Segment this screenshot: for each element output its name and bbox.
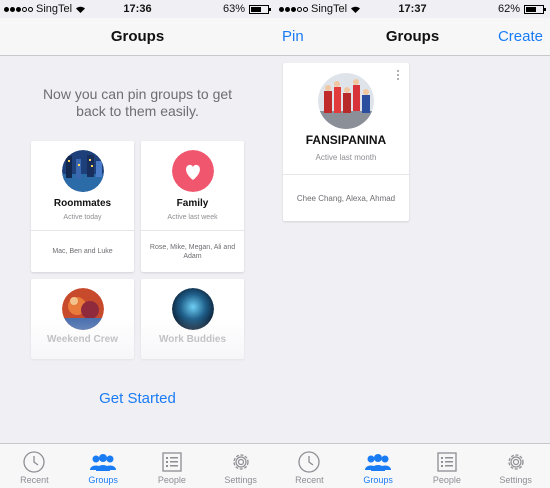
page-title: Groups [110, 28, 165, 45]
battery-percent: 63% [222, 3, 245, 15]
group-activity: Active last month [315, 153, 377, 162]
get-started-button[interactable]: Get Started [0, 390, 275, 407]
group-name: Weekend Crew [47, 334, 118, 345]
work-buddies-avatar [171, 288, 214, 330]
group-name: Roommates [53, 198, 112, 209]
tab-label: Recent [20, 475, 49, 485]
card-divider [283, 174, 409, 175]
group-members: Chee Chang, Alexa, Ahmad [296, 194, 396, 203]
tab-bar: Recent Groups People Settings [0, 443, 275, 488]
group-members: Mac, Ben and Luke [52, 248, 113, 255]
group-name: FANSIPANINA [305, 133, 387, 147]
nav-bar: Pin Groups Create [275, 18, 550, 56]
tab-label: Groups [88, 475, 118, 485]
heart-avatar-icon [171, 150, 214, 192]
status-bar: SingTel 17:36 63% [0, 0, 275, 18]
create-button[interactable]: Create [498, 28, 543, 45]
weekend-crew-avatar [61, 288, 104, 330]
card-divider [141, 230, 244, 231]
clock-icon [298, 451, 321, 473]
groups-icon [90, 454, 117, 471]
groups-icon [365, 454, 392, 471]
people-list-icon [162, 452, 182, 472]
tab-label: Recent [295, 475, 324, 485]
tab-label: Groups [363, 475, 393, 485]
tab-label: People [432, 475, 461, 485]
fansipanina-avatar [318, 73, 374, 129]
people-list-icon [437, 452, 457, 472]
left-screen: SingTel 17:36 63% Groups Now you can pin… [0, 0, 275, 488]
group-card-fansipanina[interactable]: FANSIPANINA Active last month Chee Chang… [283, 63, 409, 221]
group-activity: Active last week [167, 214, 218, 221]
gear-icon [507, 454, 524, 470]
pin-prompt-text: Now you can pin groups to get back to th… [42, 86, 233, 119]
nav-bar: Groups [0, 18, 275, 56]
tab-people[interactable]: People [138, 444, 207, 488]
right-screen: SingTel 17:37 62% Pin Groups Create FANS… [275, 0, 550, 488]
tab-label: Settings [499, 475, 532, 485]
group-name: Family [176, 198, 209, 209]
tab-label: Settings [224, 475, 257, 485]
gear-icon [232, 454, 249, 470]
tab-recent[interactable]: Recent [0, 444, 69, 488]
tab-settings[interactable]: Settings [206, 444, 275, 488]
group-card-family[interactable]: Family Active last week Rose, Mike, Mega… [141, 141, 244, 272]
group-members: Rose, Mike, Megan, Ali and Adam [149, 244, 236, 260]
battery-icon [249, 4, 271, 14]
tab-people[interactable]: People [413, 444, 482, 488]
card-divider [31, 230, 134, 231]
roommates-avatar [61, 150, 104, 192]
tab-label: People [157, 475, 186, 485]
group-card-roommates[interactable]: Roommates Active today Mac, Ben and Luke [31, 141, 134, 272]
group-card-weekend-crew[interactable]: Weekend Crew [31, 279, 134, 359]
group-activity: Active today [63, 214, 102, 221]
battery-percent: 62% [497, 3, 520, 15]
more-options-icon[interactable] [397, 70, 401, 80]
tab-settings[interactable]: Settings [481, 444, 550, 488]
status-bar: SingTel 17:37 62% [275, 0, 550, 18]
clock-icon [23, 451, 46, 473]
group-card-work-buddies[interactable]: Work Buddies [141, 279, 244, 359]
tab-bar: Recent Groups People Settings [275, 443, 550, 488]
battery-icon [524, 4, 546, 14]
tab-groups[interactable]: Groups [69, 444, 138, 488]
tab-groups[interactable]: Groups [344, 444, 413, 488]
group-name: Work Buddies [158, 334, 227, 345]
tab-recent[interactable]: Recent [275, 444, 344, 488]
